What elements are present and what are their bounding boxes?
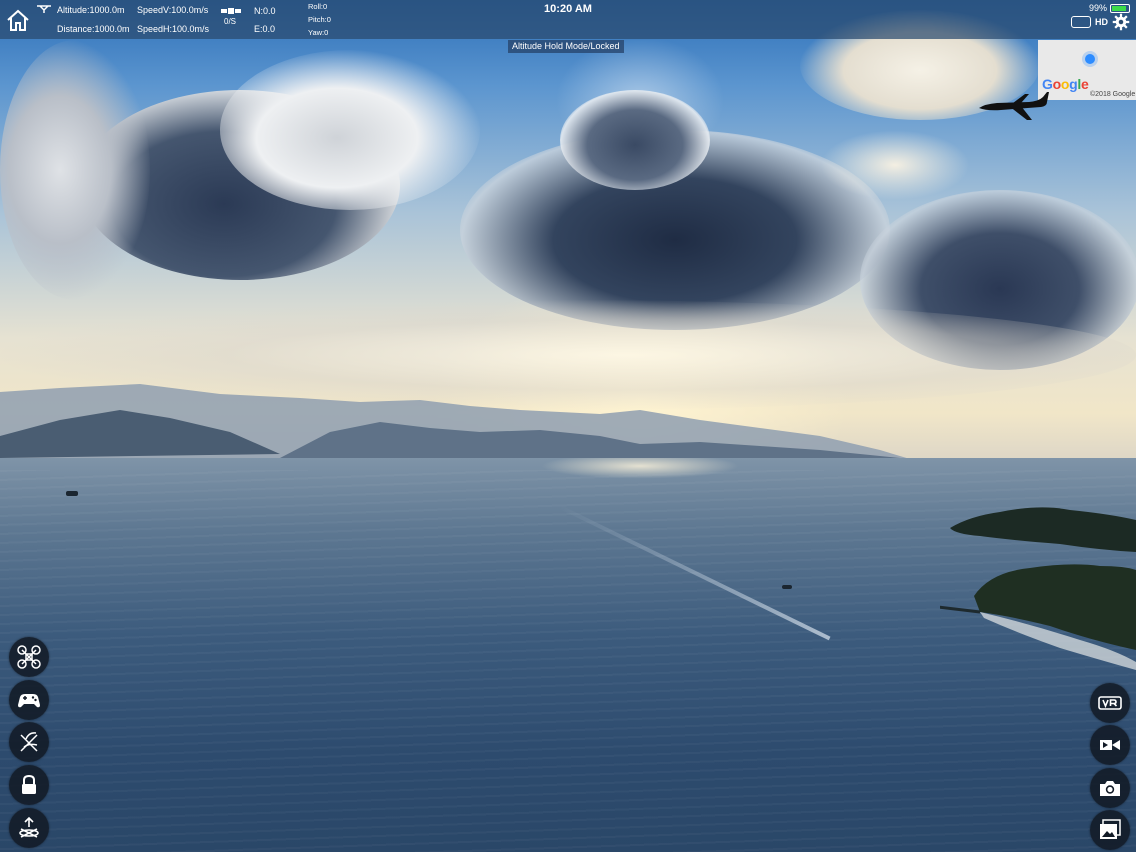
camera-feed bbox=[0, 0, 1136, 852]
islands bbox=[940, 507, 1136, 670]
clock: 10:20 AM bbox=[544, 3, 592, 15]
controller-button[interactable] bbox=[9, 680, 49, 720]
gallery-icon bbox=[1100, 819, 1121, 839]
map-copyright: ©2018 Google bbox=[1090, 91, 1136, 98]
location-dot bbox=[1085, 54, 1095, 64]
gamepad-icon bbox=[18, 694, 40, 708]
video-record-icon bbox=[1100, 740, 1120, 750]
mountains bbox=[0, 384, 920, 462]
boat bbox=[66, 491, 78, 496]
top-status-bar: Altitude:1000.0m Distance:1000.0m SpeedV… bbox=[0, 0, 1136, 39]
vr-mode-button[interactable] bbox=[1090, 683, 1130, 723]
pitch-readout: Pitch:0 bbox=[308, 15, 331, 24]
takeoff-landing-icon bbox=[20, 732, 38, 752]
cloud bbox=[820, 130, 970, 200]
drone-button[interactable] bbox=[9, 637, 49, 677]
east-readout: E:0.0 bbox=[254, 24, 276, 34]
gear-icon[interactable] bbox=[1112, 13, 1130, 31]
device-battery: 99% bbox=[1089, 3, 1130, 13]
flight-mode-banner: Altitude Hold Mode/Locked bbox=[508, 40, 624, 53]
distance-readout: Distance:1000.0m bbox=[57, 24, 130, 34]
cloud bbox=[0, 40, 150, 300]
vr-icon bbox=[1098, 696, 1122, 710]
lock-button[interactable] bbox=[9, 765, 49, 805]
boat bbox=[782, 585, 792, 589]
return-home-button[interactable] bbox=[9, 808, 49, 848]
return-home-icon bbox=[19, 816, 39, 838]
signal-settings-group: HD bbox=[1071, 13, 1130, 31]
airplane-silhouette bbox=[979, 92, 1049, 120]
yaw-readout: Yaw:0 bbox=[308, 28, 329, 37]
takeoff-landing-button[interactable] bbox=[9, 722, 49, 762]
battery-percent: 99% bbox=[1088, 3, 1107, 13]
lock-icon bbox=[22, 774, 36, 794]
horizontal-speed-readout: SpeedH:100.0m/s bbox=[137, 24, 210, 34]
satellite-count: 0/S bbox=[224, 17, 237, 26]
battery-icon bbox=[1110, 3, 1130, 13]
video-signal-icon bbox=[1071, 16, 1091, 28]
video-record-button[interactable] bbox=[1090, 725, 1130, 765]
camera-button[interactable] bbox=[1090, 768, 1130, 808]
gallery-button[interactable] bbox=[1090, 810, 1130, 850]
cloud bbox=[560, 90, 710, 190]
camera-icon bbox=[1100, 781, 1120, 796]
drone-icon bbox=[17, 645, 41, 669]
hd-label: HD bbox=[1095, 17, 1108, 27]
cloud bbox=[220, 50, 480, 210]
mini-map[interactable]: Google ©2018 Google bbox=[1038, 40, 1136, 100]
